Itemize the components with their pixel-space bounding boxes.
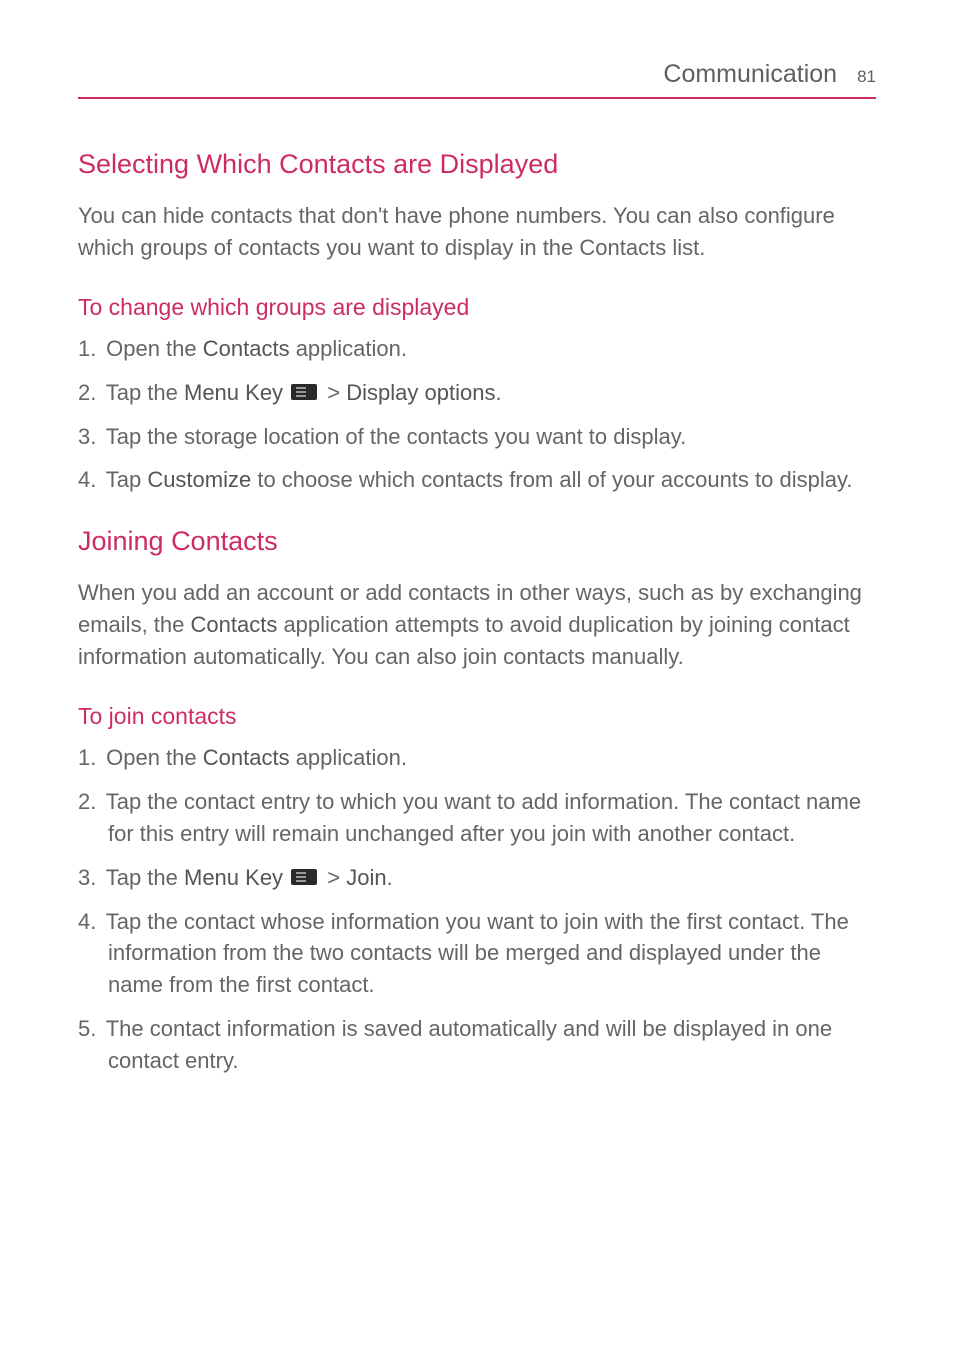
section-heading-selecting: Selecting Which Contacts are Displayed	[78, 149, 876, 180]
step-4: 4. Tap the contact whose information you…	[78, 906, 876, 1002]
header-section-title: Communication	[663, 60, 837, 89]
page-header: Communication 81	[78, 60, 876, 99]
step-1: 1. Open the Contacts application.	[78, 333, 876, 365]
steps-join-contacts: 1. Open the Contacts application. 2. Tap…	[78, 742, 876, 1077]
step-2: 2. Tap the Menu Key > Display options.	[78, 377, 876, 409]
contacts-app-label: Contacts	[191, 612, 278, 637]
step-2: 2. Tap the contact entry to which you wa…	[78, 786, 876, 850]
step-4: 4. Tap Customize to choose which contact…	[78, 464, 876, 496]
join-label: Join	[346, 865, 386, 890]
step-5: 5. The contact information is saved auto…	[78, 1013, 876, 1077]
sub-heading-change-groups: To change which groups are displayed	[78, 294, 876, 321]
section-heading-joining: Joining Contacts	[78, 526, 876, 557]
menu-key-icon	[291, 869, 317, 885]
step-1: 1. Open the Contacts application.	[78, 742, 876, 774]
menu-key-icon	[291, 384, 317, 400]
customize-label: Customize	[147, 467, 251, 492]
sub-heading-join-contacts: To join contacts	[78, 703, 876, 730]
step-3: 3. Tap the Menu Key > Join.	[78, 862, 876, 894]
page-number: 81	[857, 67, 876, 87]
steps-change-groups: 1. Open the Contacts application. 2. Tap…	[78, 333, 876, 497]
step-3: 3. Tap the storage location of the conta…	[78, 421, 876, 453]
document-page: Communication 81 Selecting Which Contact…	[0, 0, 954, 1147]
contacts-app-label: Contacts	[203, 336, 290, 361]
menu-key-label: Menu Key	[184, 380, 283, 405]
section1-intro: You can hide contacts that don't have ph…	[78, 200, 876, 264]
contacts-app-label: Contacts	[203, 745, 290, 770]
menu-key-label: Menu Key	[184, 865, 283, 890]
display-options-label: Display options	[346, 380, 495, 405]
section2-intro: When you add an account or add contacts …	[78, 577, 876, 673]
